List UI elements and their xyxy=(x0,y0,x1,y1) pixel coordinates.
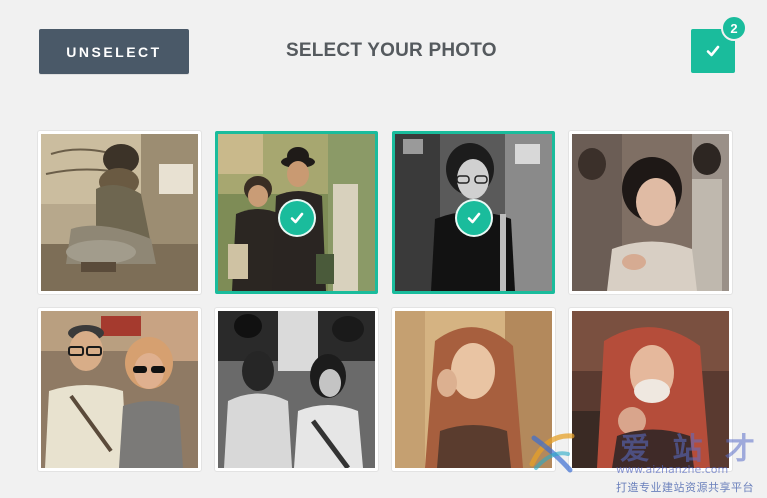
photo-tile[interactable] xyxy=(215,308,378,471)
photo-tile[interactable] xyxy=(38,131,201,294)
photo-tile-selected[interactable] xyxy=(215,131,378,294)
photo-image xyxy=(41,311,198,468)
photo-image xyxy=(395,311,552,468)
photo-grid xyxy=(0,0,767,498)
selected-check-icon xyxy=(277,198,316,237)
photo-tile[interactable] xyxy=(569,308,732,471)
photo-image xyxy=(218,311,375,468)
photo-image xyxy=(572,311,729,468)
photo-tile-selected[interactable] xyxy=(392,131,555,294)
photo-tile[interactable] xyxy=(392,308,555,471)
photo-tile[interactable] xyxy=(38,308,201,471)
photo-tile[interactable] xyxy=(569,131,732,294)
photo-image xyxy=(41,134,198,291)
photo-image xyxy=(572,134,729,291)
selected-check-icon xyxy=(454,198,493,237)
